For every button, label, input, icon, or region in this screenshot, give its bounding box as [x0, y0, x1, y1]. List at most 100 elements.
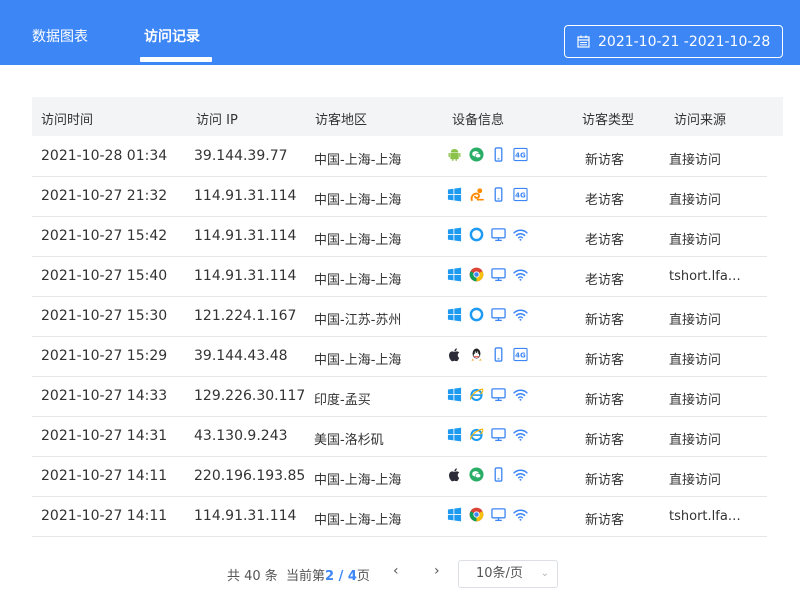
visitor-region: 中国-上海-上海 [314, 353, 402, 368]
device-info [447, 267, 528, 282]
chevron-down-icon: ⌄ [540, 568, 549, 579]
pagination-current-page: 2 [325, 569, 335, 584]
column-header-device: 设备信息 [452, 113, 505, 128]
4g-icon: 4G [513, 187, 528, 202]
visit-ip: 39.144.39.77 [194, 148, 288, 164]
visit-ip: 39.144.43.48 [194, 348, 288, 364]
device-info [447, 507, 528, 522]
ie-icon [469, 387, 484, 402]
wifi-icon [513, 307, 528, 322]
top-bar: 数据图表 访问记录 2021-10-21 -2021-10-28 [0, 0, 800, 65]
visitor-region: 美国-洛杉矶 [314, 433, 384, 448]
device-info: 4G [447, 147, 528, 162]
visit-source: 直接访问 [669, 153, 722, 168]
active-tab-indicator [140, 57, 212, 62]
wifi-icon [513, 267, 528, 282]
column-header-source: 访问来源 [674, 113, 727, 128]
visit-time: 2021-10-27 14:11 [41, 468, 168, 484]
visitor-type: 新访客 [585, 353, 625, 368]
visit-time: 2021-10-27 15:29 [41, 348, 168, 364]
visitor-type: 老访客 [585, 193, 625, 208]
table-header: 访问时间 访问 IP 访客地区 设备信息 访客类型 访问来源 [32, 97, 783, 136]
edge-icon [469, 227, 484, 242]
mobile-icon [491, 467, 506, 482]
visitor-region: 中国-上海-上海 [314, 273, 402, 288]
visit-time: 2021-10-27 21:32 [41, 188, 168, 204]
date-range-picker[interactable]: 2021-10-21 -2021-10-28 [564, 25, 783, 58]
page-size-value: 10条/页 [476, 566, 523, 581]
column-header-time: 访问时间 [41, 113, 94, 128]
visitor-type: 新访客 [585, 433, 625, 448]
desktop-icon [491, 307, 506, 322]
visit-ip: 121.224.1.167 [194, 308, 297, 324]
pagination-separator: / [334, 569, 348, 584]
visitor-region: 中国-上海-上海 [314, 513, 402, 528]
device-info [447, 467, 528, 482]
wifi-icon [513, 427, 528, 442]
table-row: 2021-10-27 21:32 114.91.31.114 中国-上海-上海 4G 老… [32, 177, 767, 217]
svg-text:4G: 4G [515, 151, 526, 160]
column-header-region: 访客地区 [315, 113, 368, 128]
device-info: 4G [447, 347, 528, 362]
chrome-icon [469, 267, 484, 282]
pagination-total: 共 40 条 [227, 569, 278, 584]
visitor-region: 中国-上海-上海 [314, 473, 402, 488]
visit-time: 2021-10-28 01:34 [41, 148, 168, 164]
uc-browser-icon [469, 187, 484, 202]
visit-time: 2021-10-27 14:33 [41, 388, 168, 404]
column-header-visitor-type: 访客类型 [582, 113, 635, 128]
visit-ip: 114.91.31.114 [194, 188, 297, 204]
visit-source: 直接访问 [669, 233, 722, 248]
wifi-icon [513, 387, 528, 402]
pagination-total-pages: 4 [347, 569, 357, 584]
visitor-region: 中国-江苏-苏州 [314, 313, 402, 328]
windows-icon [447, 507, 462, 522]
table-row: 2021-10-27 15:30 121.224.1.167 中国-江苏-苏州 新访客… [32, 297, 767, 337]
visit-source: tshort.lfa… [669, 509, 741, 524]
visitor-type: 老访客 [585, 233, 625, 248]
desktop-icon [491, 387, 506, 402]
wechat-icon [469, 147, 484, 162]
android-icon [447, 147, 462, 162]
visitor-region: 中国-上海-上海 [314, 153, 402, 168]
visit-ip: 114.91.31.114 [194, 268, 297, 284]
visit-time: 2021-10-27 15:40 [41, 268, 168, 284]
ie-icon [469, 427, 484, 442]
wifi-icon [513, 467, 528, 482]
date-range-text: 2021-10-21 -2021-10-28 [598, 33, 771, 50]
mobile-icon [491, 147, 506, 162]
4g-icon: 4G [513, 347, 528, 362]
device-info [447, 227, 528, 242]
tab-visit-records[interactable]: 访问记录 [144, 26, 200, 46]
table-row: 2021-10-27 15:42 114.91.31.114 中国-上海-上海 老访客… [32, 217, 767, 257]
visitor-region: 中国-上海-上海 [314, 233, 402, 248]
pagination-current-suffix: 页 [356, 569, 370, 584]
device-info: 4G [447, 187, 528, 202]
visit-time: 2021-10-27 14:31 [41, 428, 168, 444]
visit-source: 直接访问 [669, 353, 722, 368]
apple-icon [447, 347, 462, 362]
mobile-icon [491, 347, 506, 362]
chrome-icon [469, 507, 484, 522]
tab-data-charts[interactable]: 数据图表 [32, 26, 88, 46]
prev-page-button[interactable]: ‹ [393, 563, 399, 579]
calendar-icon [577, 35, 590, 48]
next-page-button[interactable]: › [434, 563, 440, 579]
page-size-select[interactable]: 10条/页 ⌄ [458, 560, 558, 588]
visit-source: tshort.lfa… [669, 269, 741, 284]
visitor-type: 新访客 [585, 473, 625, 488]
table-row: 2021-10-28 01:34 39.144.39.77 中国-上海-上海 4G 新访… [32, 137, 767, 177]
table-row: 2021-10-27 15:40 114.91.31.114 中国-上海-上海 老访客… [32, 257, 767, 297]
table-row: 2021-10-27 14:11 220.196.193.85 中国-上海-上海 新访… [32, 457, 767, 497]
wifi-icon [513, 507, 528, 522]
visit-ip: 114.91.31.114 [194, 508, 297, 524]
table-row: 2021-10-27 14:11 114.91.31.114 中国-上海-上海 新访客… [32, 497, 767, 537]
windows-icon [447, 187, 462, 202]
visit-ip: 129.226.30.117 [194, 388, 306, 404]
visit-source: 直接访问 [669, 473, 722, 488]
visitor-region: 印度-孟买 [314, 393, 371, 408]
desktop-icon [491, 227, 506, 242]
table-row: 2021-10-27 15:29 39.144.43.48 中国-上海-上海 4G 新访… [32, 337, 767, 377]
visitor-type: 新访客 [585, 153, 625, 168]
device-info [447, 427, 528, 442]
